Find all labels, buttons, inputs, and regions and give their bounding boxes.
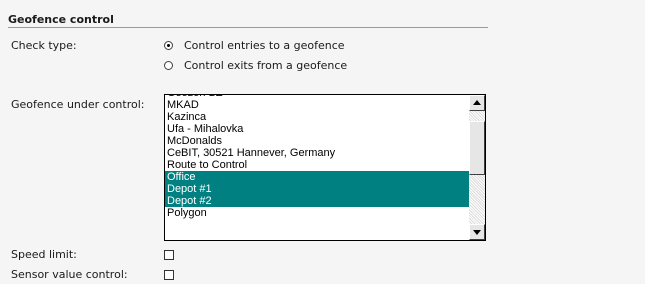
geofence-listbox[interactable]: Geozon BZMKADKazincaUfa - MihalovkaMcDon… xyxy=(164,94,486,241)
check-type-label: Check type: xyxy=(11,39,77,52)
geofence-option[interactable]: McDonalds xyxy=(165,135,469,147)
radio-label-entries: Control entries to a geofence xyxy=(184,39,345,52)
geofence-option[interactable]: CeBIT, 30521 Hannever, Germany xyxy=(165,147,469,159)
scroll-down-button[interactable] xyxy=(469,224,485,240)
arrow-up-icon xyxy=(473,100,481,105)
geofence-option[interactable]: Office xyxy=(165,171,469,183)
scroll-up-button[interactable] xyxy=(469,95,485,111)
geofence-label: Geofence under control: xyxy=(11,98,145,111)
geofence-option[interactable]: Depot #2 xyxy=(165,195,469,207)
arrow-down-icon xyxy=(473,230,481,235)
section-title: Geofence control xyxy=(8,13,488,28)
geofence-option[interactable]: Ufa - Mihalovka xyxy=(165,123,469,135)
radio-button-unchecked[interactable] xyxy=(164,61,173,70)
geofence-option[interactable]: Polygon xyxy=(165,207,469,219)
radio-control-entries[interactable]: Control entries to a geofence xyxy=(164,39,345,52)
scroll-thumb[interactable] xyxy=(469,121,485,175)
geofence-option[interactable]: MKAD xyxy=(165,99,469,111)
geofence-option[interactable]: Depot #1 xyxy=(165,183,469,195)
sensor-control-checkbox[interactable] xyxy=(164,270,174,280)
sensor-control-label: Sensor value control: xyxy=(11,268,128,281)
geofence-option[interactable]: Kazinca xyxy=(165,111,469,123)
geofence-option[interactable]: Route to Control xyxy=(165,159,469,171)
geofence-options: Geozon BZMKADKazincaUfa - MihalovkaMcDon… xyxy=(165,95,469,219)
listbox-scrollbar[interactable] xyxy=(469,95,485,240)
speed-limit-checkbox[interactable] xyxy=(164,250,174,260)
speed-limit-label: Speed limit: xyxy=(11,248,77,261)
radio-button-checked[interactable] xyxy=(164,41,173,50)
radio-control-exits[interactable]: Control exits from a geofence xyxy=(164,59,347,72)
radio-label-exits: Control exits from a geofence xyxy=(184,59,348,72)
